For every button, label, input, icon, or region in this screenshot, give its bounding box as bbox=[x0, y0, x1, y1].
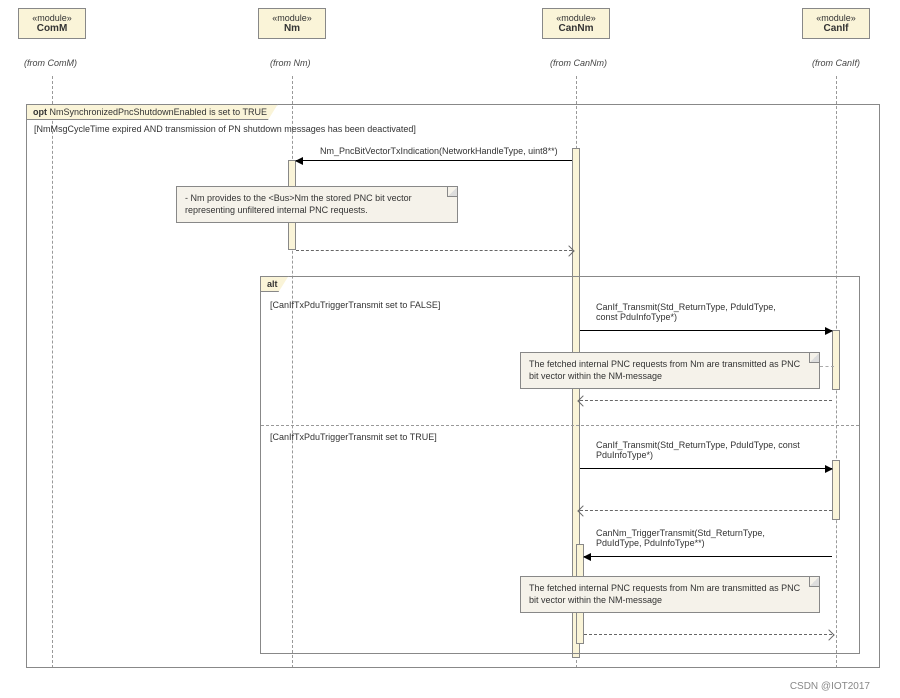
opt-guard: NmSynchronizedPncShutdownEnabled is set … bbox=[50, 107, 267, 117]
note-fetched-1: The fetched internal PNC requests from N… bbox=[520, 352, 820, 389]
lifeline-name: CanNm bbox=[553, 23, 599, 34]
from-label: (from CanNm) bbox=[550, 58, 607, 68]
stereotype: «module» bbox=[553, 13, 599, 23]
arrow-return-1 bbox=[296, 250, 572, 251]
arrow-return-2 bbox=[580, 400, 832, 401]
lifeline-canif: «module» CanIf bbox=[802, 8, 870, 39]
arrow-canif-transmit-1 bbox=[580, 330, 832, 331]
note-text: The fetched internal PNC requests from N… bbox=[529, 583, 800, 605]
arrowhead-icon bbox=[825, 465, 833, 473]
from-label: (from Nm) bbox=[270, 58, 311, 68]
alt-operator: alt bbox=[267, 279, 278, 289]
arrowhead-icon bbox=[583, 553, 591, 561]
arrow-pncbit bbox=[296, 160, 572, 161]
from-label: (from ComM) bbox=[24, 58, 77, 68]
opt-frame-label: opt NmSynchronizedPncShutdownEnabled is … bbox=[26, 104, 278, 120]
note-text: The fetched internal PNC requests from N… bbox=[529, 359, 800, 381]
lifeline-comm: «module» ComM bbox=[18, 8, 86, 39]
arrow-trigger-transmit bbox=[584, 556, 832, 557]
lifeline-nm: «module» Nm bbox=[258, 8, 326, 39]
from-label: (from CanIf) bbox=[812, 58, 860, 68]
stereotype: «module» bbox=[269, 13, 315, 23]
note-nm-provides: - Nm provides to the <Bus>Nm the stored … bbox=[176, 186, 458, 223]
lifeline-name: Nm bbox=[269, 23, 315, 34]
alt-divider bbox=[261, 425, 859, 426]
alt-guard-true: [CanIfTxPduTriggerTransmit set to TRUE] bbox=[267, 431, 440, 443]
msg-pncbit: Nm_PncBitVectorTxIndication(NetworkHandl… bbox=[320, 146, 558, 156]
stereotype: «module» bbox=[813, 13, 859, 23]
lifeline-cannm: «module» CanNm bbox=[542, 8, 610, 39]
stereotype: «module» bbox=[29, 13, 75, 23]
watermark: CSDN @IOT2017 bbox=[790, 681, 870, 692]
note-fetched-2: The fetched internal PNC requests from N… bbox=[520, 576, 820, 613]
note-fold-icon bbox=[809, 577, 819, 587]
arrow-return-3 bbox=[580, 510, 832, 511]
arrowhead-icon bbox=[295, 157, 303, 165]
alt-frame-label: alt bbox=[260, 276, 289, 292]
note-fold-icon bbox=[447, 187, 457, 197]
opt-operator: opt bbox=[33, 107, 47, 117]
arrowhead-icon bbox=[825, 327, 833, 335]
arrow-return-4 bbox=[584, 634, 832, 635]
note-anchor bbox=[820, 366, 834, 367]
alt-guard-false: [CanIfTxPduTriggerTransmit set to FALSE] bbox=[267, 299, 443, 311]
opt-condition: [NmMsgCycleTime expired AND transmission… bbox=[31, 123, 419, 135]
note-fold-icon bbox=[809, 353, 819, 363]
lifeline-name: CanIf bbox=[813, 23, 859, 34]
msg-canif-transmit-1: CanIf_Transmit(Std_ReturnType, PduIdType… bbox=[596, 302, 826, 322]
arrow-canif-transmit-2 bbox=[580, 468, 832, 469]
note-text: - Nm provides to the <Bus>Nm the stored … bbox=[185, 193, 412, 215]
msg-trigger-transmit: CanNm_TriggerTransmit(Std_ReturnType, Pd… bbox=[596, 528, 826, 548]
msg-canif-transmit-2: CanIf_Transmit(Std_ReturnType, PduIdType… bbox=[596, 440, 836, 460]
lifeline-name: ComM bbox=[29, 23, 75, 34]
